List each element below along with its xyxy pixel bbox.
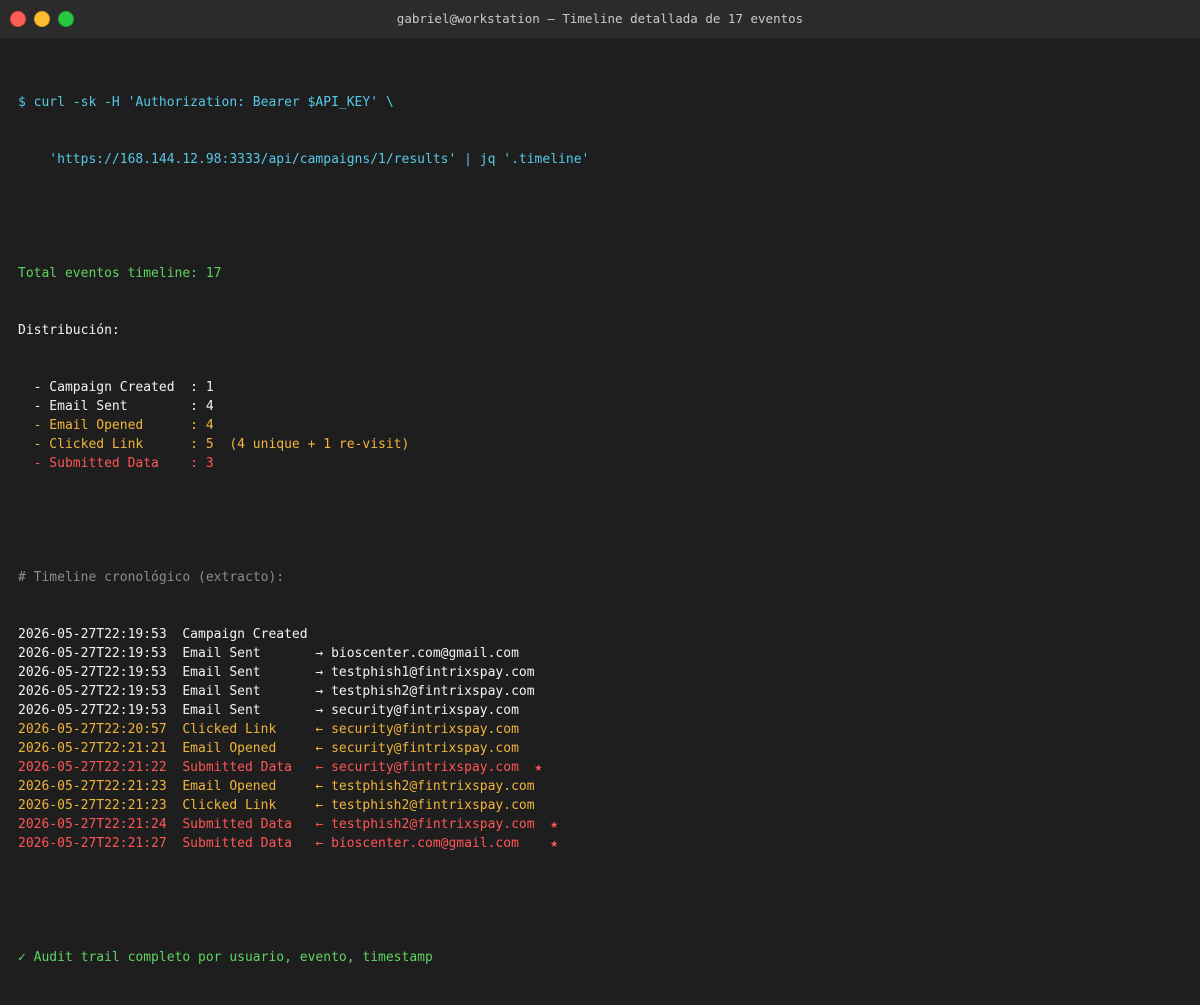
distribution-item: - Email Sent : 4 xyxy=(18,399,214,414)
distribution-list: - Campaign Created : 1 - Email Sent : 4 … xyxy=(18,378,1182,473)
timeline-entry: 2026-05-27T22:19:53 Email Sent → bioscen… xyxy=(18,646,519,661)
distribution-item: - Clicked Link : 5 (4 unique + 1 re-visi… xyxy=(18,437,410,452)
command-line-2: 'https://168.144.12.98:3333/api/campaign… xyxy=(18,152,590,167)
audit-footer: ✓ Audit trail completo por usuario, even… xyxy=(18,950,433,965)
timeline-entry: 2026-05-27T22:19:53 Email Sent → securit… xyxy=(18,703,519,718)
timeline-entry: 2026-05-27T22:21:23 Email Opened ← testp… xyxy=(18,779,535,794)
distribution-item: - Campaign Created : 1 xyxy=(18,380,214,395)
total-events-line: Total eventos timeline: 17 xyxy=(18,266,222,281)
timeline-entry: 2026-05-27T22:21:27 Submitted Data ← bio… xyxy=(18,836,559,851)
timeline-entry: 2026-05-27T22:21:23 Clicked Link ← testp… xyxy=(18,798,535,813)
timeline-entry: 2026-05-27T22:21:22 Submitted Data ← sec… xyxy=(18,760,543,775)
distribution-item: - Email Opened : 4 xyxy=(18,418,214,433)
timeline-entry: 2026-05-27T22:19:53 Email Sent → testphi… xyxy=(18,684,535,699)
timeline-entry: 2026-05-27T22:21:24 Submitted Data ← tes… xyxy=(18,817,559,832)
window-title: gabriel@workstation — Timeline detallada… xyxy=(396,11,804,26)
timeline-entry: 2026-05-27T22:20:57 Clicked Link ← secur… xyxy=(18,722,519,737)
terminal-window: gabriel@workstation — Timeline detallada… xyxy=(0,0,1200,965)
timeline-entry: 2026-05-27T22:19:53 Campaign Created xyxy=(18,627,308,642)
timeline-entry: 2026-05-27T22:19:53 Email Sent → testphi… xyxy=(18,665,535,680)
timeline-entry: 2026-05-27T22:21:21 Email Opened ← secur… xyxy=(18,741,519,756)
command-line-1: $ curl -sk -H 'Authorization: Bearer $AP… xyxy=(18,95,394,110)
distribution-header: Distribución: xyxy=(18,323,120,338)
terminal-output[interactable]: $ curl -sk -H 'Authorization: Bearer $AP… xyxy=(0,39,1200,1005)
timeline-comment: # Timeline cronológico (extracto): xyxy=(18,570,285,585)
title-bar: gabriel@workstation — Timeline detallada… xyxy=(0,0,1200,39)
timeline-list: 2026-05-27T22:19:53 Campaign Created 2026… xyxy=(18,625,1182,853)
distribution-item: - Submitted Data : 3 xyxy=(18,456,214,471)
